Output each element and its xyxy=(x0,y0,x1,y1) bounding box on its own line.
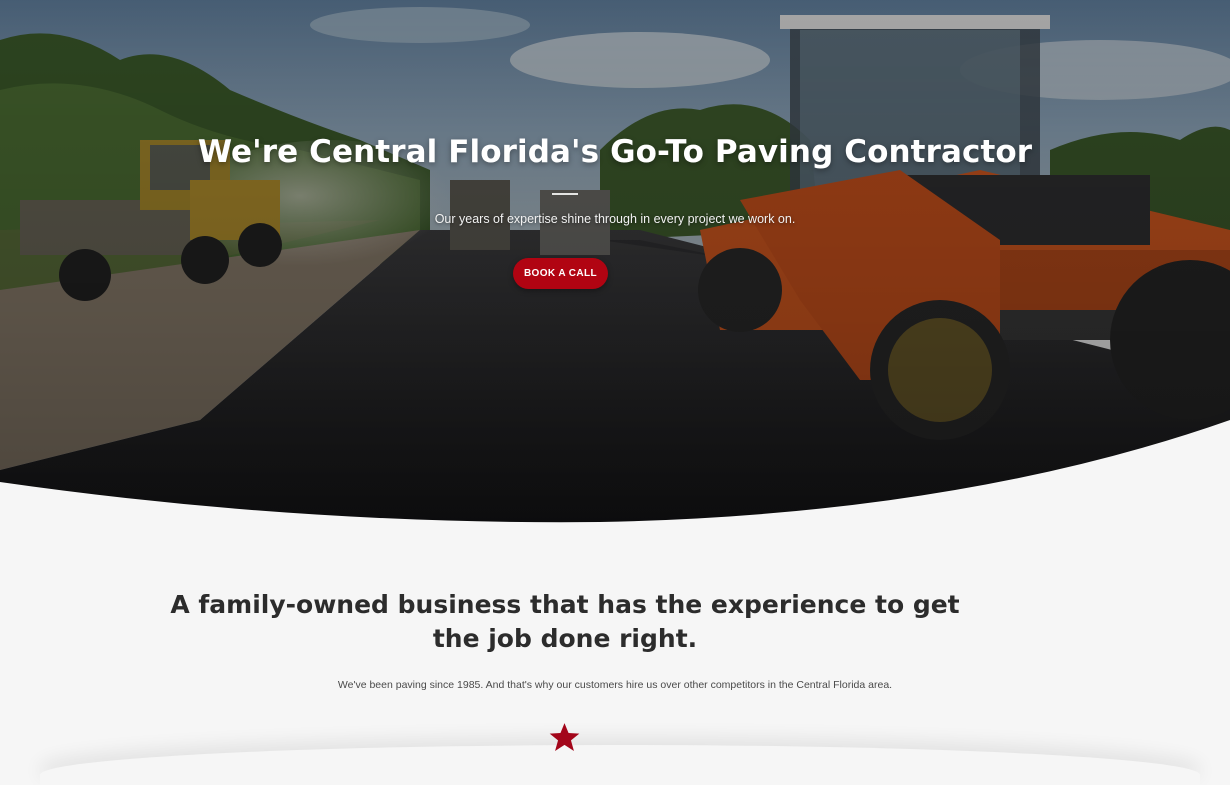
hero-title: We're Central Florida's Go-To Paving Con… xyxy=(197,134,1033,170)
about-text: We've been paving since 1985. And that's… xyxy=(337,679,893,691)
hero-section: We're Central Florida's Go-To Paving Con… xyxy=(0,0,1230,530)
star-icon xyxy=(549,723,580,751)
hero-divider xyxy=(552,193,578,195)
hero-bottom-curve xyxy=(0,420,1230,530)
hero-subtitle: Our years of expertise shine through in … xyxy=(434,212,796,226)
feature-card-top xyxy=(40,745,1200,785)
book-a-call-button[interactable]: BOOK A CALL xyxy=(513,258,608,289)
about-heading: A family-owned business that has the exp… xyxy=(170,590,960,653)
